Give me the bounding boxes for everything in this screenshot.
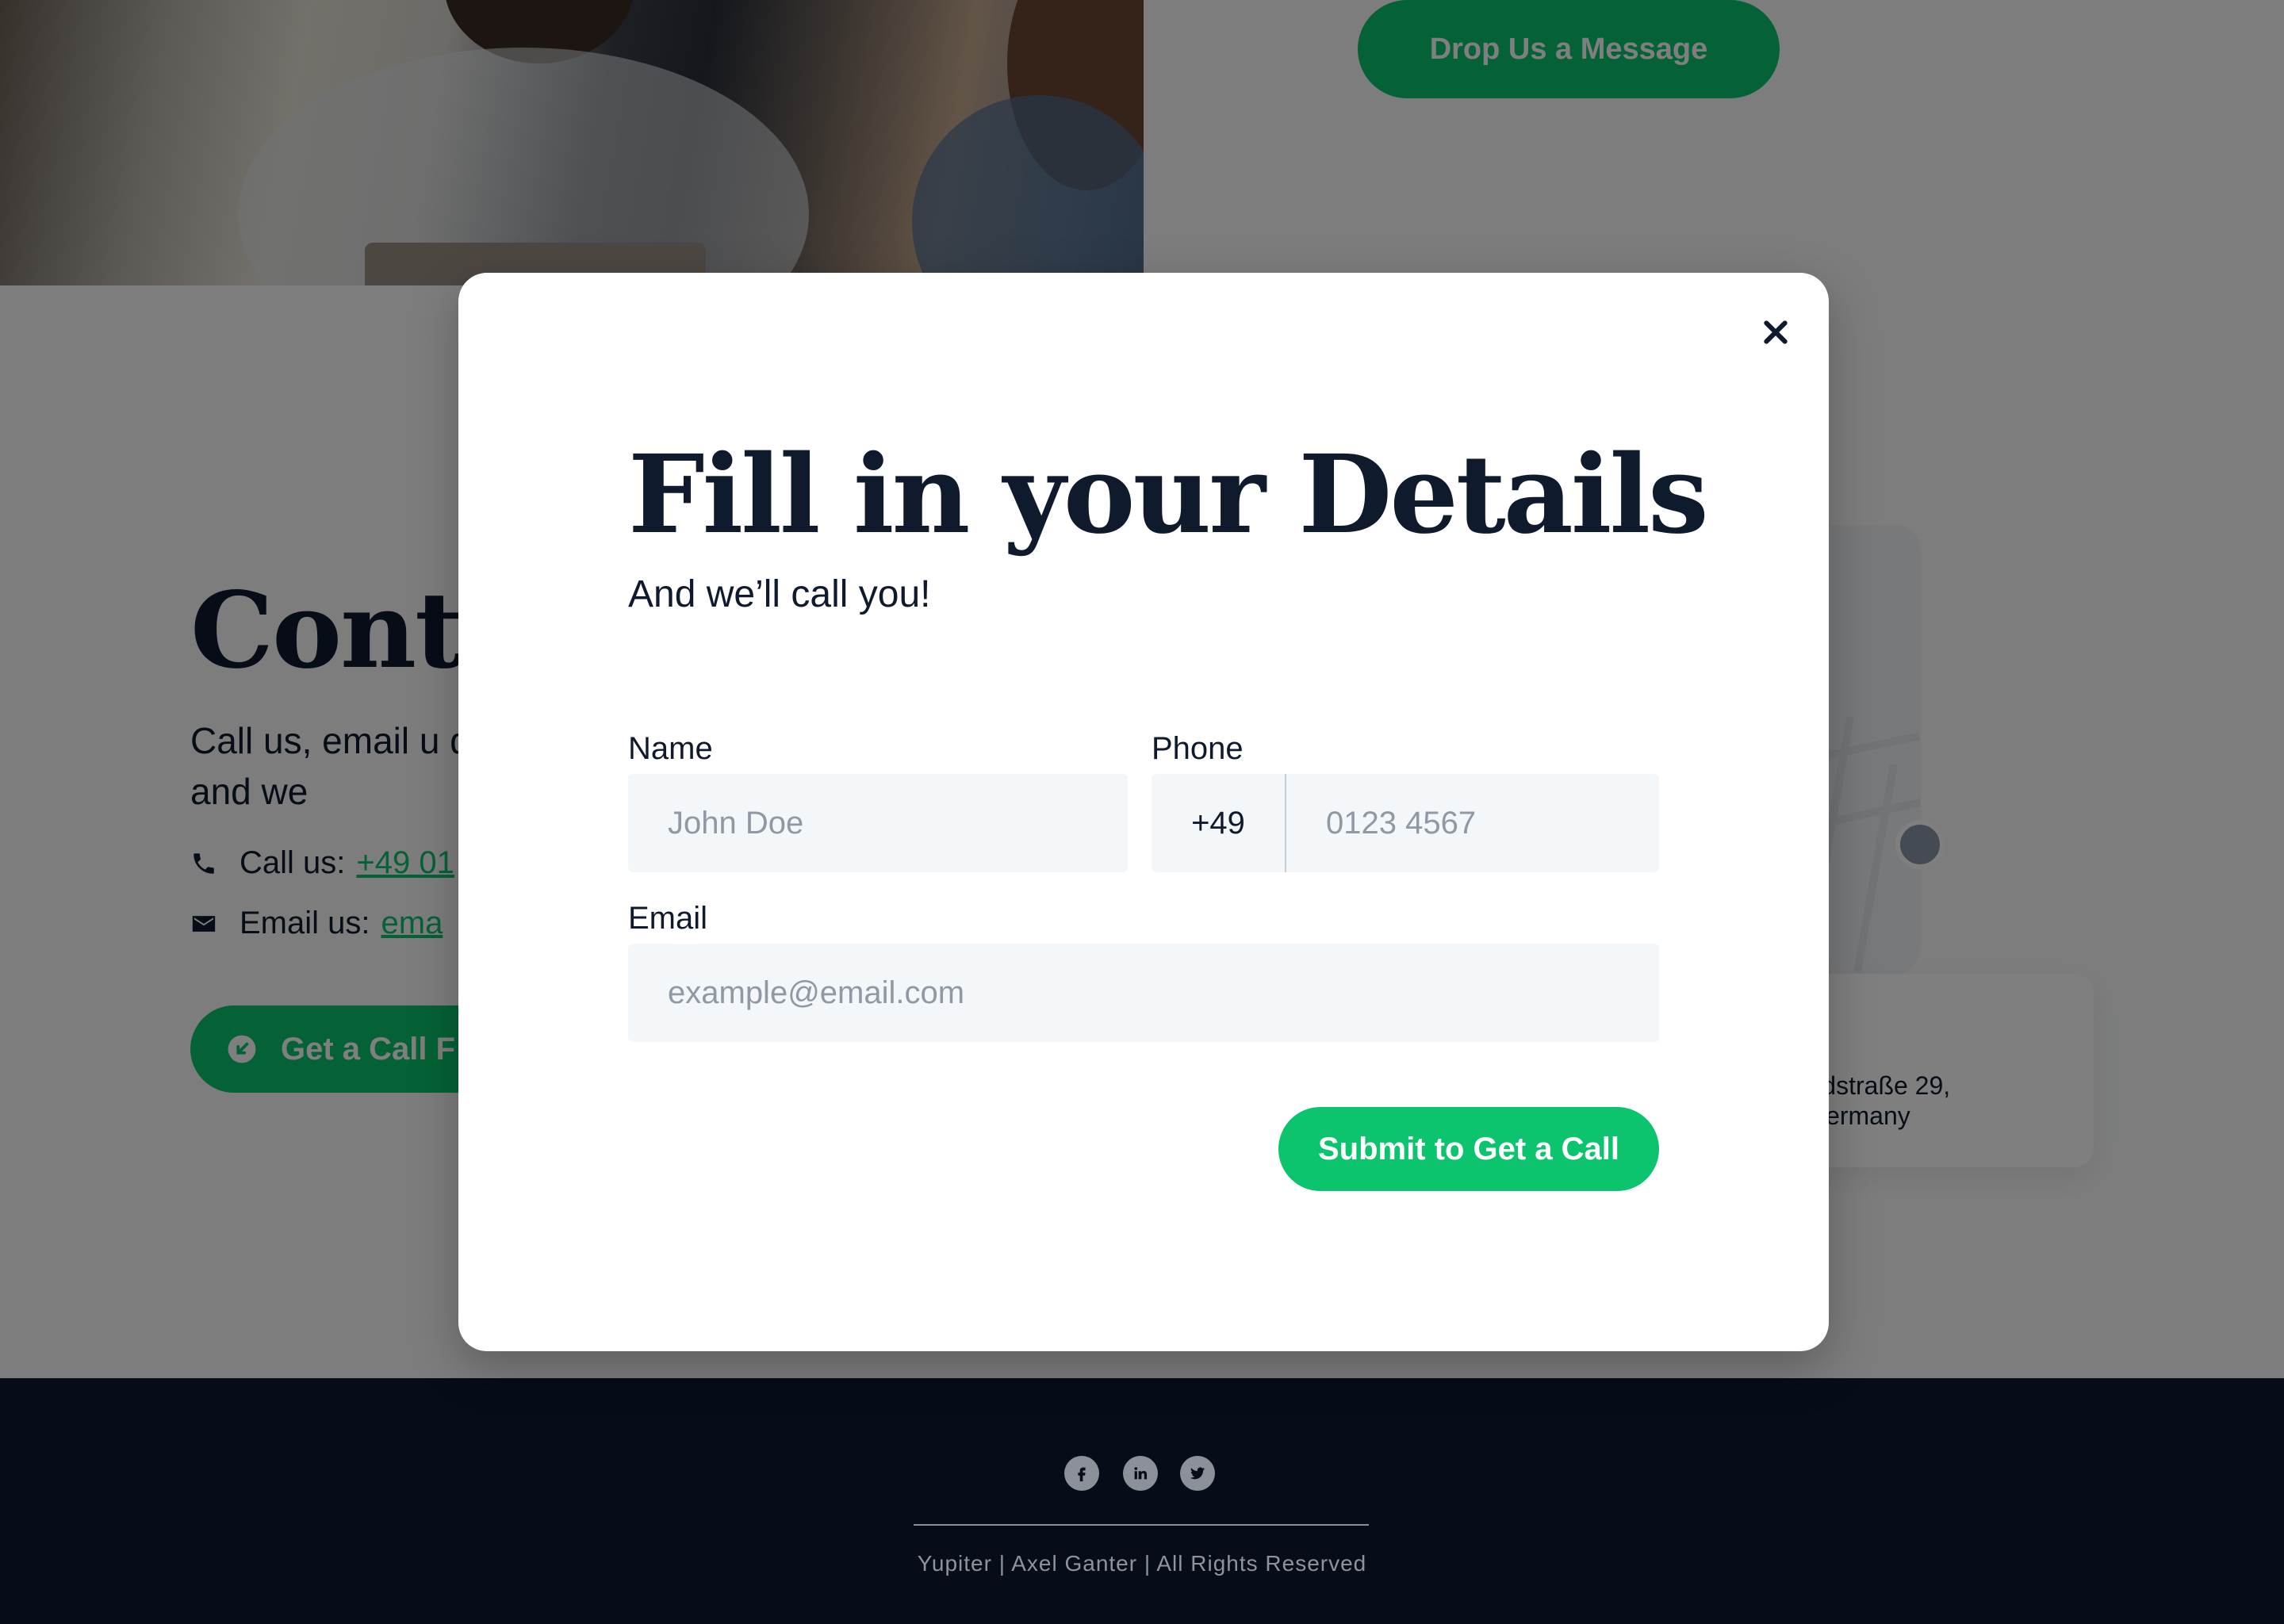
page: Drop Us a Message Conta Call us, email u… xyxy=(0,0,2284,1624)
twitter-icon[interactable] xyxy=(1180,1456,1215,1491)
footer xyxy=(0,1378,2284,1624)
modal-title: Fill in your Details xyxy=(628,431,1709,558)
email-input[interactable] xyxy=(628,944,1659,1042)
phone-label: Phone xyxy=(1152,731,1244,766)
facebook-icon[interactable] xyxy=(1064,1456,1099,1491)
close-modal-button[interactable] xyxy=(1754,311,1797,354)
footer-copyright: Yupiter | Axel Ganter | All Rights Reser… xyxy=(917,1551,1367,1576)
footer-divider xyxy=(914,1524,1369,1526)
phone-input[interactable] xyxy=(1286,774,1659,872)
name-input[interactable] xyxy=(628,774,1128,872)
modal-subtitle: And we’ll call you! xyxy=(628,573,931,615)
email-label: Email xyxy=(628,901,708,936)
submit-button[interactable]: Submit to Get a Call xyxy=(1278,1107,1659,1191)
close-icon[interactable] xyxy=(1760,316,1792,348)
name-label: Name xyxy=(628,731,713,766)
phone-country-code[interactable]: +49 xyxy=(1152,774,1286,872)
linkedin-icon[interactable] xyxy=(1123,1456,1158,1491)
